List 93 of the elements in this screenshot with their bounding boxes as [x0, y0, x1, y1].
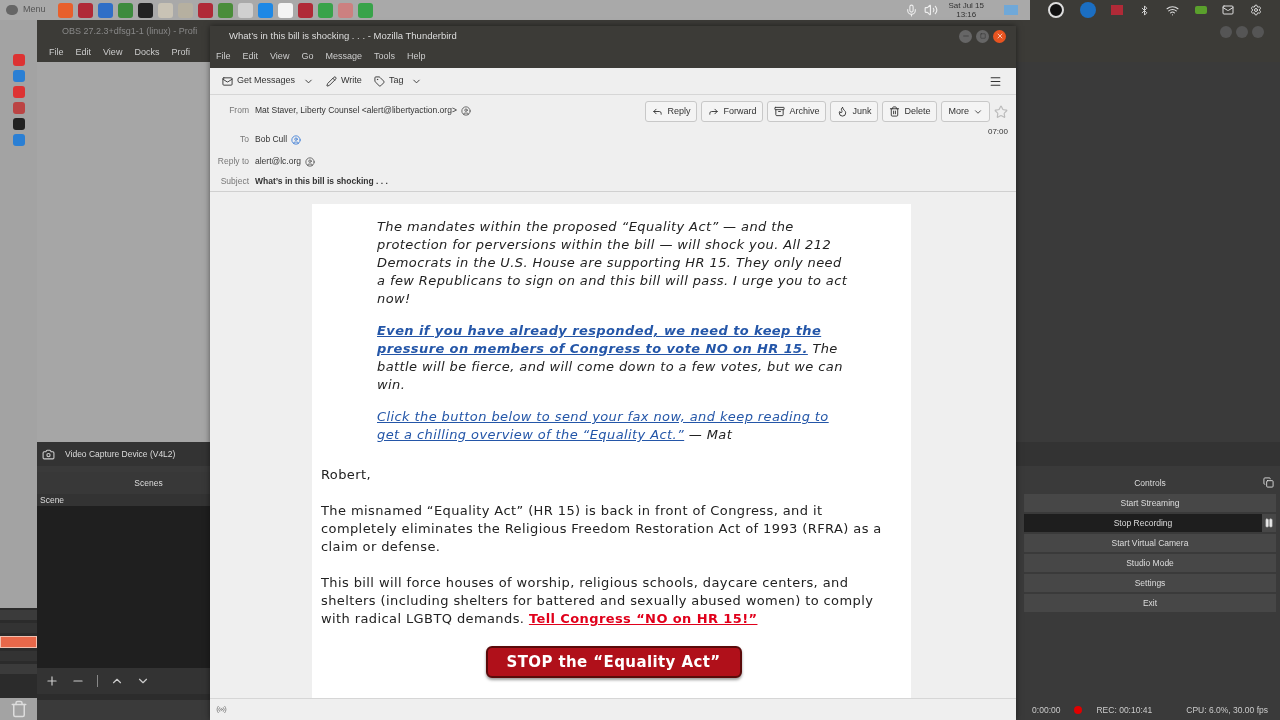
paragraph: The mandates within the proposed “Equality Act” — and the protection for perversions within the bill — will shock you. All 212 Democrats in the U.S. House are supporting HR 15. They only need a few Republicans to sign on and this bill will pass. I urge you to act now! — [377, 218, 849, 308]
contact-icon[interactable] — [460, 105, 471, 116]
pencil-icon — [326, 75, 338, 87]
menu-item[interactable]: Edit — [242, 50, 259, 64]
control-button[interactable]: Start Streaming — [1024, 494, 1276, 512]
message-time: 07:00 — [987, 126, 1008, 138]
menu-item[interactable]: Go — [301, 50, 314, 64]
pause-icon — [1264, 518, 1274, 528]
cta-button[interactable]: STOP the “Equality Act” — [485, 646, 742, 678]
window-title: OBS 27.2.3+dfsg1-1 (linux) - Profi — [62, 25, 198, 39]
menu-item[interactable]: Edit — [75, 46, 92, 60]
action-button[interactable]: Delete — [882, 101, 938, 122]
paragraph: Click the button below to send your fax now, and keep reading to get a chilling overview of the “Equality Act.” — Mat — [377, 408, 830, 444]
menu-item[interactable]: Help — [406, 50, 426, 64]
paragraph: The misnamed “Equality Act” (HR 15) is back in front of Congress, and it completely eliminates the Religious Freedom Restoration Act of 1993 (RFRA) as a claim or defense. — [321, 502, 883, 556]
action-button[interactable]: More — [941, 101, 990, 122]
cpu-usage: CPU: 6.0%, 30.00 fps — [1186, 703, 1268, 717]
contact-icon[interactable] — [291, 134, 302, 145]
speaker-icon[interactable] — [924, 3, 939, 17]
paragraph: Even if you have already responded, we need to keep the pressure on members of Congress to vote NO on HR 15. The battle will be fierce, and will come down to a few votes, but we can win. — [377, 322, 844, 394]
contact-icon[interactable] — [304, 156, 315, 167]
app-icon[interactable] — [137, 2, 153, 18]
microphone-icon[interactable] — [905, 3, 919, 17]
mail-icon[interactable] — [1222, 4, 1235, 16]
control-button[interactable]: Start Virtual Camera — [1024, 534, 1276, 552]
archive-icon — [774, 106, 786, 117]
toolbar-button[interactable]: Write — [322, 71, 366, 91]
forward-icon — [708, 106, 720, 117]
dock-title: Scenes — [134, 476, 163, 490]
menu-item[interactable]: Message — [325, 50, 362, 64]
wifi-icon[interactable] — [1165, 3, 1179, 17]
field-label: Subject — [219, 174, 250, 188]
window-control-button[interactable] — [1236, 26, 1248, 38]
field-value: alert@lc.org — [255, 155, 301, 169]
control-button[interactable]: Stop Recording — [1024, 514, 1262, 532]
window-control-button[interactable] — [1220, 26, 1232, 38]
window-control-button[interactable] — [1252, 26, 1264, 38]
recording-time: REC: 00:10:41 — [1096, 703, 1153, 717]
flame-icon — [837, 106, 849, 117]
action-button[interactable]: Reply — [645, 101, 698, 122]
action-button[interactable]: Junk — [830, 101, 879, 122]
action-button[interactable]: Forward — [701, 101, 764, 122]
tag-icon — [373, 75, 385, 87]
menu-item[interactable]: File — [216, 50, 231, 64]
mail-icon — [222, 75, 233, 87]
close-icon — [995, 32, 1004, 40]
source-name: Video Capture Device (V4L2) — [65, 447, 176, 461]
menu-logo-icon[interactable] — [6, 5, 18, 15]
star-icon[interactable] — [994, 104, 1008, 119]
battery-icon[interactable] — [1194, 6, 1207, 14]
add-icon[interactable] — [45, 674, 59, 688]
camera-icon — [42, 447, 55, 461]
action-button[interactable]: Archive — [767, 101, 827, 122]
minimize-icon — [961, 32, 970, 40]
text-link[interactable]: Tell Congress “NO on HR 15!” — [528, 611, 758, 626]
menu-item[interactable]: Profi — [171, 46, 190, 60]
toolbar-button[interactable]: Get Messages — [218, 71, 319, 91]
minimize-button[interactable] — [959, 29, 972, 43]
menu-item[interactable]: View — [103, 46, 123, 60]
clock-time: 13:16 — [956, 10, 977, 19]
clock-date: Sat Jul 15 — [948, 1, 984, 10]
close-button[interactable] — [993, 29, 1006, 43]
app-icon[interactable] — [12, 118, 25, 130]
paragraph: This bill will force houses of worship, religious schools, daycare centers, and shelters (including shelters for battered and sexually abused women) to comply with radical LGBTQ demands. Tell Congress “NO on HR 15!” — [321, 574, 875, 628]
reply-icon — [652, 106, 664, 117]
menu-item[interactable]: File — [49, 46, 64, 60]
elapsed-time: 0:00:00 — [1032, 703, 1061, 717]
menu-item[interactable]: Tools — [373, 50, 395, 64]
field-value: Mat Staver, Liberty Counsel <alert@libertyaction.org> — [255, 104, 457, 118]
pause-button[interactable] — [1262, 514, 1276, 532]
trash-icon — [889, 106, 901, 117]
scene-item[interactable]: Scene — [37, 494, 210, 506]
toolbar-button[interactable]: Tag — [369, 71, 427, 91]
control-button[interactable]: Settings — [1024, 574, 1276, 592]
trash-icon[interactable] — [9, 700, 28, 718]
field-value: What’s in this bill is shocking . . . — [255, 174, 388, 188]
menu-icon[interactable] — [989, 74, 1002, 88]
menu-item[interactable]: Docks — [134, 46, 160, 60]
workspace-switcher-drawing[interactable] — [0, 608, 37, 698]
undock-icon[interactable] — [1263, 477, 1274, 488]
maximize-icon — [979, 33, 986, 39]
settings-icon[interactable] — [1250, 4, 1263, 16]
field-label: From — [228, 104, 250, 118]
dock-title: Controls — [1134, 476, 1166, 490]
control-button[interactable]: Exit — [1024, 594, 1276, 612]
field-label: To — [239, 133, 250, 147]
field-value: Bob Cull — [255, 133, 288, 147]
window-title: What’s in this bill is shocking . . . - Mozilla Thunderbird — [229, 28, 457, 43]
field-label: Reply to — [216, 155, 250, 169]
menu-item[interactable]: View — [270, 50, 290, 64]
paragraph: Robert, — [321, 466, 373, 484]
control-button[interactable]: Studio Mode — [1024, 554, 1276, 572]
broadcast-icon — [216, 704, 227, 715]
